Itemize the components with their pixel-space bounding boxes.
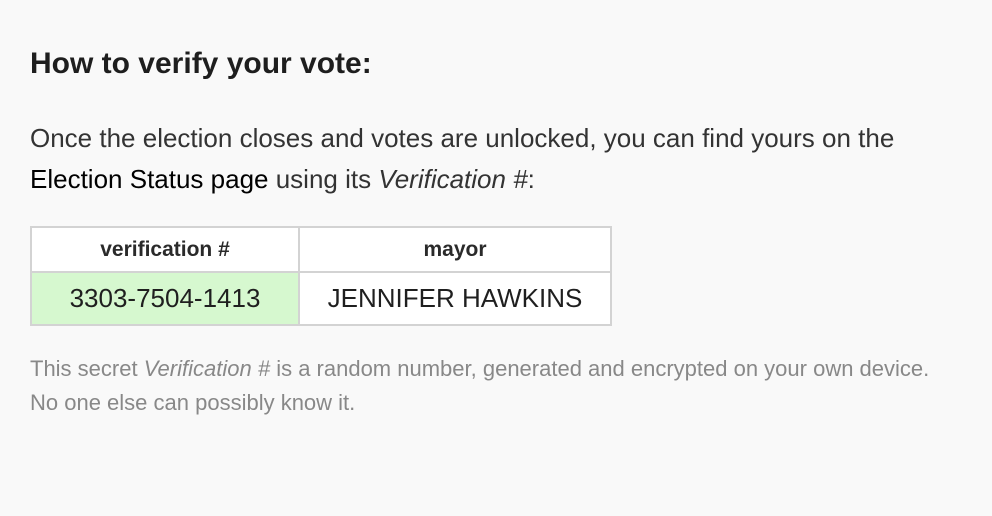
note-text-1: This secret	[30, 356, 144, 381]
intro-text-2: using its	[268, 164, 379, 194]
note-text-2: is a random number, generated and encryp…	[270, 356, 930, 381]
vote-verification-panel: How to verify your vote: Once the electi…	[0, 0, 992, 420]
page-title: How to verify your vote:	[30, 47, 372, 80]
mayor-vote-cell: JENNIFER HAWKINS	[298, 271, 612, 326]
note-verification-term: Verification #	[143, 356, 271, 381]
vote-table: verification # mayor 3303-7504-1413 JENN…	[30, 226, 612, 326]
intro-text-1: Once the election closes and votes are u…	[30, 123, 895, 153]
table-header-row: verification # mayor	[30, 226, 612, 273]
verification-number-cell: 3303-7504-1413	[30, 271, 300, 326]
table-row: 3303-7504-1413 JENNIFER HAWKINS	[30, 271, 612, 326]
header-mayor: mayor	[298, 226, 612, 273]
election-status-link[interactable]: Election Status page	[30, 164, 269, 194]
secret-note: This secret Verification # is a random n…	[30, 352, 962, 420]
header-verification: verification #	[30, 226, 300, 273]
note-text-3: No one else can possibly know it.	[30, 390, 356, 415]
intro-text-3: :	[527, 164, 535, 194]
verification-term: Verification #	[378, 164, 528, 194]
intro-paragraph: Once the election closes and votes are u…	[30, 118, 962, 200]
